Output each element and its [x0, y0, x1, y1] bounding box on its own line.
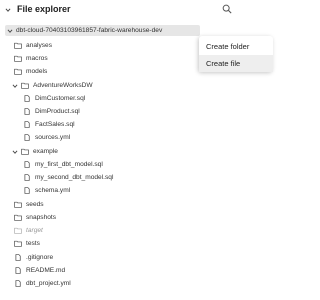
file-icon — [15, 267, 21, 274]
create-file-menu-item[interactable]: Create file — [199, 55, 273, 72]
folder-icon — [14, 227, 22, 234]
tree-file-schema[interactable]: schema.yml — [23, 185, 70, 196]
tree-file-my-first-dbt-model[interactable]: my_first_dbt_model.sql — [23, 159, 103, 170]
tree-folder-tests[interactable]: tests — [14, 238, 40, 249]
folder-icon — [14, 68, 22, 75]
tree-folder-adventureworksdw[interactable]: AdventureWorksDW — [12, 80, 93, 91]
folder-icon — [21, 82, 29, 89]
file-icon — [24, 95, 30, 102]
tree-folder-snapshots[interactable]: snapshots — [14, 212, 56, 223]
tree-file-my-second-dbt-model[interactable]: my_second_dbt_model.sql — [23, 172, 113, 183]
tree-item-label: FactSales.sql — [35, 121, 75, 128]
file-icon — [24, 108, 30, 115]
tree-file-dimcustomer[interactable]: DimCustomer.sql — [23, 93, 85, 104]
tree-item-label: tests — [26, 240, 40, 247]
file-icon — [24, 174, 30, 181]
tree-file-readme[interactable]: README.md — [14, 265, 65, 276]
file-icon — [15, 254, 21, 261]
chevron-down-icon — [12, 150, 18, 154]
chevron-down-icon[interactable] — [5, 7, 11, 13]
tree-file-factsales[interactable]: FactSales.sql — [23, 119, 75, 130]
tree-folder-target[interactable]: target — [14, 225, 43, 236]
search-icon[interactable] — [222, 4, 232, 14]
tree-item-label: my_second_dbt_model.sql — [35, 174, 114, 181]
tree-root-label: dbt-cloud-70403103961857-fabric-warehous… — [16, 27, 163, 34]
file-icon — [24, 134, 30, 141]
tree-item-label: dbt_project.yml — [26, 280, 71, 287]
tree-item-label: seeds — [26, 201, 44, 208]
tree-root[interactable]: dbt-cloud-70403103961857-fabric-warehous… — [7, 25, 162, 36]
tree-item-label: macros — [26, 55, 48, 62]
tree-folder-analyses[interactable]: analyses — [14, 40, 52, 51]
tree-folder-models[interactable]: models — [14, 66, 47, 77]
tree-file-gitignore[interactable]: .gitignore — [14, 252, 53, 263]
context-menu: Create folder Create file — [199, 36, 273, 72]
tree-item-label: example — [33, 148, 58, 155]
chevron-down-icon — [12, 84, 18, 88]
tree-item-label: DimCustomer.sql — [35, 95, 86, 102]
tree-item-label: README.md — [26, 267, 66, 274]
file-icon — [24, 187, 30, 194]
file-explorer-panel: File explorer dbt-cloud-70403103961857-f… — [0, 0, 273, 300]
tree-item-label: my_first_dbt_model.sql — [35, 161, 103, 168]
tree-folder-macros[interactable]: macros — [14, 53, 48, 64]
tree-file-dimproduct[interactable]: DimProduct.sql — [23, 106, 80, 117]
page-title: File explorer — [17, 4, 71, 14]
folder-icon — [14, 214, 22, 221]
tree-item-label: .gitignore — [26, 254, 54, 261]
tree-folder-seeds[interactable]: seeds — [14, 199, 44, 210]
tree-file-sources[interactable]: sources.yml — [23, 132, 70, 143]
tree-item-label: schema.yml — [35, 187, 71, 194]
tree-item-label: sources.yml — [35, 134, 71, 141]
tree-item-label: target — [26, 227, 43, 234]
file-icon — [24, 161, 30, 168]
chevron-down-icon — [7, 29, 13, 33]
tree-item-label: DimProduct.sql — [35, 108, 80, 115]
create-folder-menu-item[interactable]: Create folder — [199, 38, 273, 55]
folder-icon — [21, 148, 29, 155]
tree-file-dbt-project[interactable]: dbt_project.yml — [14, 278, 71, 289]
file-explorer-header: File explorer — [0, 0, 273, 20]
folder-icon — [14, 42, 22, 49]
tree-item-label: snapshots — [26, 214, 57, 221]
folder-icon — [14, 55, 22, 62]
folder-icon — [14, 201, 22, 208]
tree-item-label: models — [26, 68, 48, 75]
tree-item-label: AdventureWorksDW — [33, 82, 93, 89]
tree-folder-example[interactable]: example — [12, 146, 58, 157]
tree-item-label: analyses — [26, 42, 53, 49]
file-icon — [24, 121, 30, 128]
file-icon — [15, 280, 21, 287]
folder-icon — [14, 240, 22, 247]
